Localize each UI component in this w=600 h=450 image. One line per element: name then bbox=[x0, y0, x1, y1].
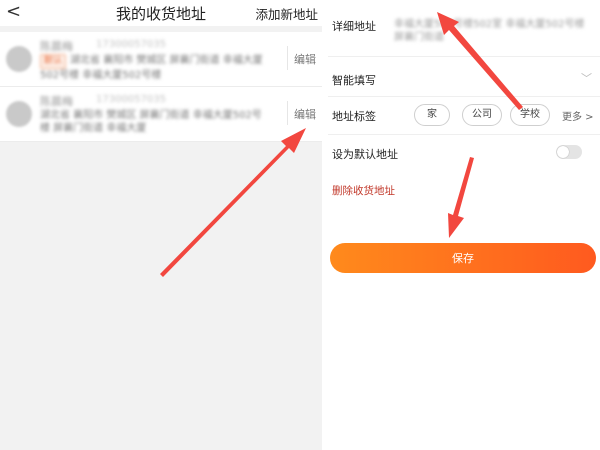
address-text: 湖北省 襄阳市 樊城区 屏襄门街道 幸福大厦502号楼 屏襄门街道 幸福大厦 bbox=[40, 110, 262, 134]
address-tag-label: 地址标签 bbox=[332, 110, 376, 123]
contact-phone: 17300057035 bbox=[96, 39, 166, 50]
address-item[interactable]: 陈晨梅 17300057035 默认 湖北省 襄阳市 樊城区 屏襄门街道 幸福大厦… bbox=[0, 32, 322, 87]
delete-address-button[interactable]: 删除收货地址 bbox=[332, 183, 395, 198]
edit-button[interactable]: 编辑 bbox=[294, 51, 316, 67]
save-button[interactable]: 保存 bbox=[330, 243, 596, 273]
divider bbox=[328, 96, 600, 97]
tag-chip-home[interactable]: 家 bbox=[414, 104, 450, 126]
header-bar: < 我的收货地址 添加新地址 bbox=[0, 0, 322, 26]
default-tag-badge: 默认 bbox=[40, 54, 67, 69]
avatar bbox=[6, 101, 32, 127]
address-list-screen: < 我的收货地址 添加新地址 陈晨梅 17300057035 默认 湖北省 襄阳市… bbox=[0, 0, 322, 450]
divider bbox=[328, 56, 600, 57]
edit-button[interactable]: 编辑 bbox=[294, 106, 316, 122]
divider bbox=[287, 101, 288, 125]
tag-chip-company[interactable]: 公司 bbox=[462, 104, 502, 126]
smart-fill-label: 智能填写 bbox=[332, 74, 376, 87]
contact-phone: 17300057035 bbox=[96, 94, 166, 105]
avatar bbox=[6, 46, 32, 72]
divider bbox=[328, 134, 600, 135]
more-tags-button[interactable]: 更多 > bbox=[562, 108, 594, 123]
add-new-address-button[interactable]: 添加新地址 bbox=[255, 4, 318, 23]
tag-chip-school[interactable]: 学校 bbox=[510, 104, 550, 126]
address-item[interactable]: 陈晨梅 17300057035 湖北省 襄阳市 樊城区 屏襄门街道 幸福大厦50… bbox=[0, 87, 322, 142]
address-list: 陈晨梅 17300057035 默认 湖北省 襄阳市 樊城区 屏襄门街道 幸福大厦… bbox=[0, 32, 322, 142]
contact-name: 陈晨梅 bbox=[40, 40, 73, 53]
chevron-down-icon[interactable]: ﹀ bbox=[581, 70, 592, 86]
set-default-label: 设为默认地址 bbox=[332, 148, 398, 161]
default-toggle-switch[interactable] bbox=[556, 145, 582, 159]
detail-address-label: 详细地址 bbox=[332, 20, 376, 33]
address-text-wrap: 默认 湖北省 襄阳市 樊城区 屏襄门街道 幸福大厦502号楼 幸福大厦502号楼 bbox=[40, 54, 270, 82]
toggle-knob bbox=[557, 146, 569, 158]
edit-address-screen: 详细地址 幸福大厦502号楼502室 幸福大厦502号楼 屏襄门街道 智能填写 … bbox=[328, 0, 600, 450]
detail-address-input[interactable]: 幸福大厦502号楼502室 幸福大厦502号楼 屏襄门街道 bbox=[394, 18, 594, 44]
divider bbox=[287, 46, 288, 70]
address-text: 湖北省 襄阳市 樊城区 屏襄门街道 幸福大厦502号楼 幸福大厦502号楼 bbox=[40, 55, 263, 81]
contact-name: 陈晨梅 bbox=[40, 95, 73, 108]
